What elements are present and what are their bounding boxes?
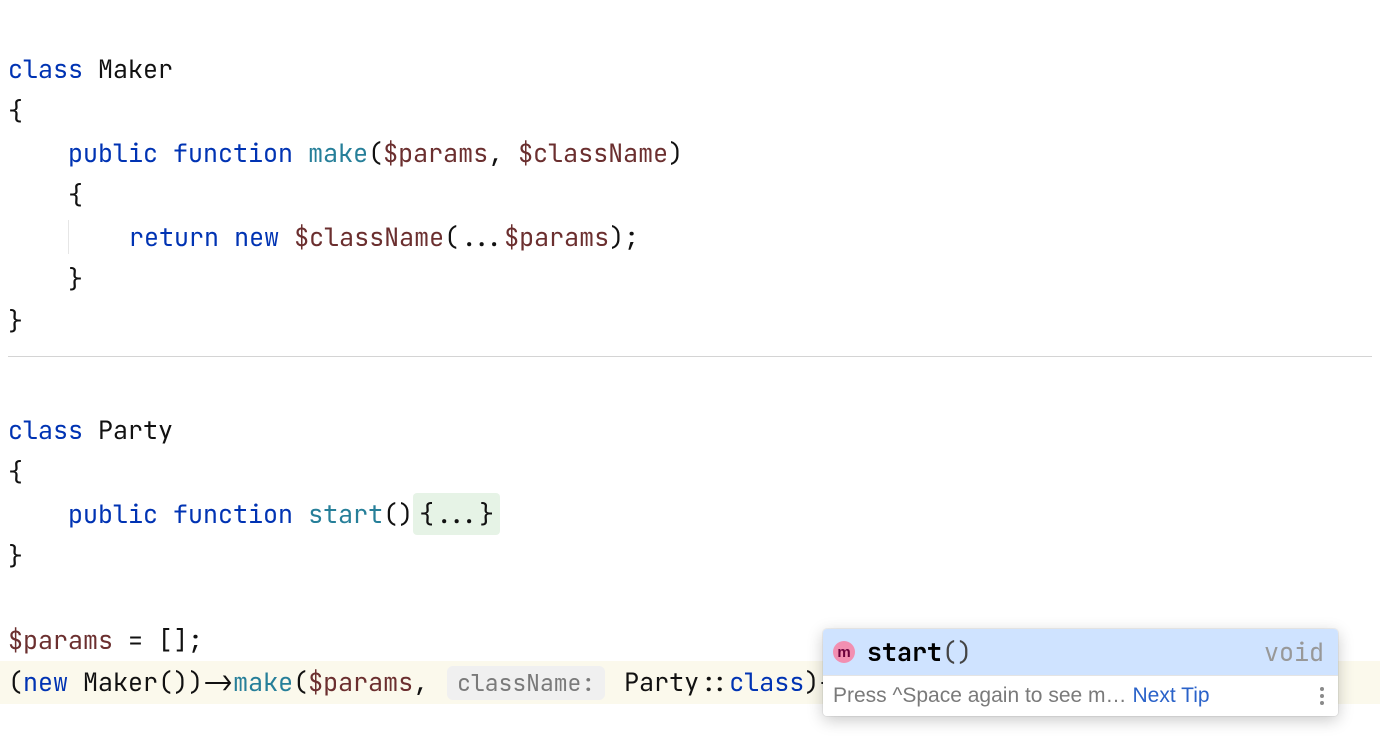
- code-line: public function make($params, $className…: [8, 136, 683, 170]
- blank-line: [8, 581, 23, 615]
- next-tip-link[interactable]: Next Tip: [1133, 684, 1210, 708]
- section-divider: [8, 356, 1372, 357]
- var-params: $params: [383, 136, 488, 170]
- folded-body-badge[interactable]: {...}: [413, 493, 500, 535]
- var-classname: $className: [518, 136, 668, 170]
- completion-popup[interactable]: m start() void Press ^Space again to see…: [823, 629, 1338, 716]
- completion-item-selected[interactable]: m start() void: [823, 629, 1338, 675]
- var-params: $params: [8, 623, 113, 657]
- code-line: }: [8, 539, 23, 573]
- keyword-function: function: [173, 136, 293, 170]
- keyword-class: class: [8, 52, 83, 86]
- method-name-make: make: [308, 136, 368, 170]
- more-options-icon[interactable]: [1316, 683, 1328, 709]
- keyword-class-const: class: [729, 665, 804, 699]
- indent-guide: [68, 220, 84, 254]
- code-line: class Party: [8, 413, 173, 447]
- completion-item-type: void: [1264, 635, 1324, 669]
- method-icon: m: [833, 641, 855, 663]
- code-line: {: [8, 178, 83, 212]
- code-line: public function start(){...}: [8, 497, 500, 531]
- code-line: return new $className(...$params);: [8, 220, 639, 254]
- code-line: {: [8, 94, 23, 128]
- code-line: $params = [];: [8, 623, 203, 657]
- class-name-maker: Maker: [98, 52, 173, 86]
- code-line: }: [8, 304, 23, 338]
- completion-item-name: start(): [867, 635, 972, 669]
- method-name-start: start: [308, 497, 383, 531]
- code-line: }: [8, 262, 83, 296]
- completion-footer: Press ^Space again to see m…Next Tip: [823, 675, 1338, 716]
- code-line: {: [8, 455, 23, 489]
- keyword-return: return: [129, 220, 219, 254]
- keyword-new: new: [234, 220, 279, 254]
- parameter-hint-badge: className:: [447, 666, 605, 700]
- keyword-public: public: [68, 136, 158, 170]
- code-line: class Maker: [8, 52, 173, 86]
- class-name-party: Party: [98, 413, 173, 447]
- completion-hint-text: Press ^Space again to see m…: [833, 684, 1127, 708]
